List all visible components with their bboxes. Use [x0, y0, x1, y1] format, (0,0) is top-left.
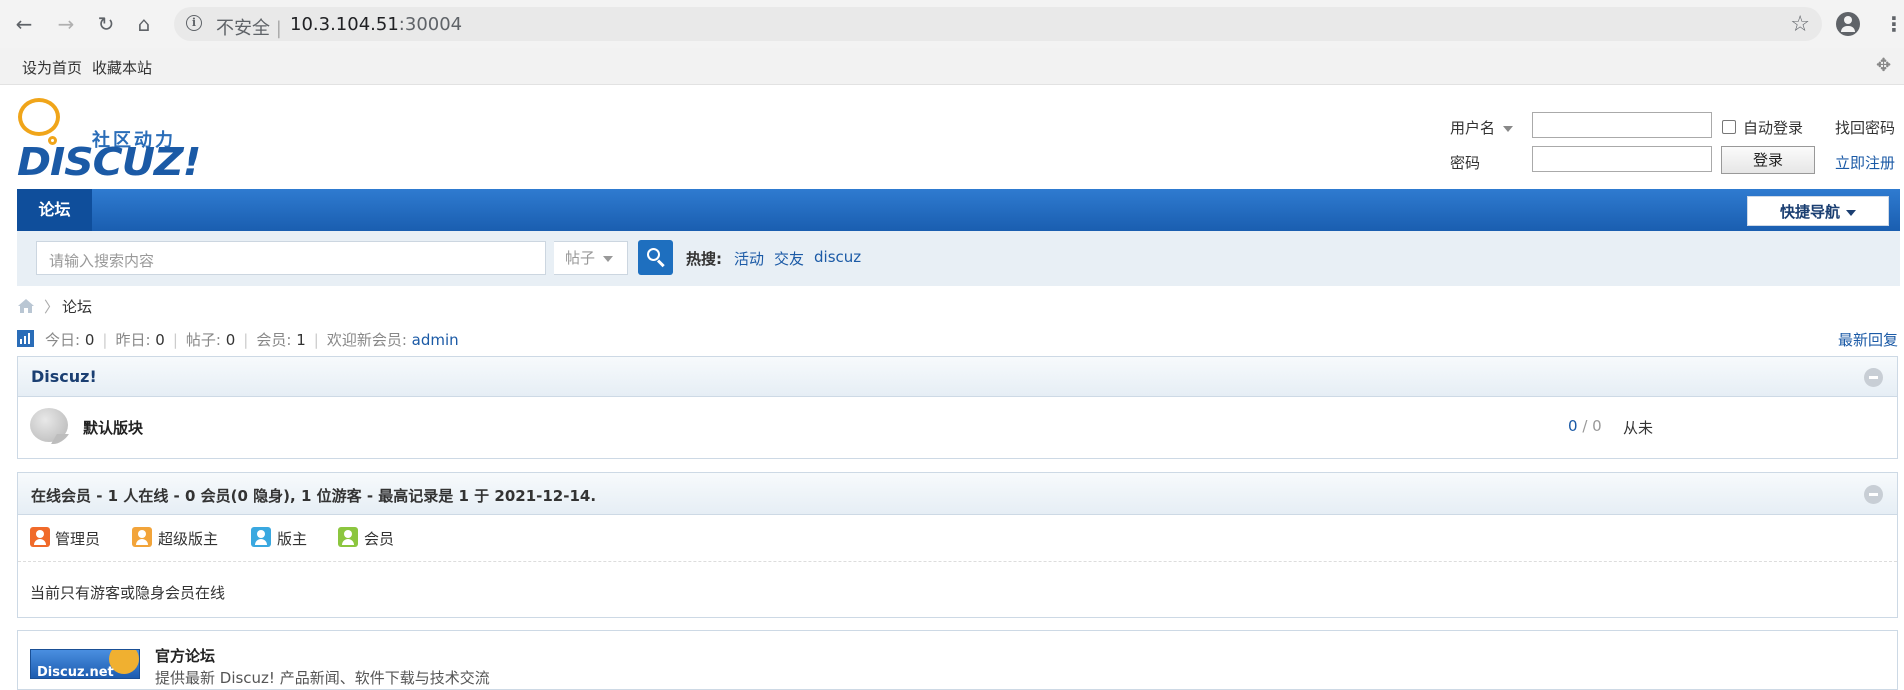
- set-homepage-link[interactable]: 设为首页: [22, 57, 82, 78]
- moderator-role-icon: [251, 527, 271, 547]
- logo-wordmark: DISCUZ!: [17, 140, 201, 184]
- home-icon[interactable]: ⌂: [132, 12, 156, 36]
- chevron-down-icon: [1846, 209, 1856, 216]
- role-label-super-moderator: 超级版主: [158, 530, 219, 548]
- official-forum-desc: 提供最新 Discuz! 产品新闻、软件下载与技术交流: [155, 669, 490, 687]
- site-top-toolbar: 设为首页 收藏本站 ✥: [0, 48, 1904, 85]
- forum-name-link[interactable]: 默认版块: [83, 417, 143, 438]
- hot-search-title: 热搜:: [686, 250, 722, 268]
- username-input[interactable]: [1532, 112, 1712, 138]
- auto-login-checkbox[interactable]: [1722, 120, 1736, 134]
- browser-menu-icon[interactable]: ⋮: [1884, 12, 1904, 36]
- username-label[interactable]: 用户名: [1450, 117, 1514, 138]
- bookmark-site-link[interactable]: 收藏本站: [92, 57, 152, 78]
- forum-stats: 今日: 0 | 昨日: 0 | 帖子: 0 | 会员: 1 | 欢迎新会员: admin: [45, 331, 459, 349]
- forum-speech-icon: [30, 408, 68, 442]
- category-panel: Discuz! 默认版块 0 / 0 从未: [17, 356, 1898, 459]
- forum-row: 默认版块 0 / 0 从未: [18, 397, 1897, 459]
- nav-tab-forum[interactable]: 论坛: [17, 189, 92, 231]
- online-panel: 在线会员 - 1 人在线 - 0 会员(0 隐身), 1 位游客 - 最高记录是…: [17, 472, 1898, 618]
- forward-icon[interactable]: →: [54, 12, 78, 36]
- member-role-icon: [338, 527, 358, 547]
- online-note: 当前只有游客或隐身会员在线: [30, 584, 226, 602]
- hot-link-activity[interactable]: 活动: [734, 248, 764, 269]
- login-button[interactable]: 登录: [1721, 146, 1815, 174]
- discuz-net-banner[interactable]: Discuz.net: [30, 649, 140, 679]
- hot-link-discuz[interactable]: discuz: [814, 248, 861, 266]
- chevron-down-icon: [1503, 125, 1514, 132]
- home-icon[interactable]: [17, 298, 35, 314]
- collapse-icon[interactable]: [1864, 368, 1883, 387]
- bookmark-star-icon[interactable]: ☆: [1790, 12, 1810, 37]
- url-text[interactable]: 10.3.104.51:30004: [290, 14, 462, 35]
- security-label: 不安全 |: [216, 18, 282, 39]
- search-button[interactable]: [638, 240, 673, 275]
- role-label-member: 会员: [364, 530, 395, 548]
- breadcrumb-current: 论坛: [62, 298, 93, 316]
- address-bar[interactable]: i 不安全 | 10.3.104.51:30004 ☆: [174, 7, 1822, 41]
- super-moderator-role-icon: [132, 527, 152, 547]
- breadcrumb-separator-icon: 〉: [44, 298, 60, 316]
- search-input[interactable]: 请输入搜索内容: [36, 241, 546, 275]
- password-input[interactable]: [1532, 146, 1712, 172]
- latest-replies-link[interactable]: 最新回复: [1838, 329, 1898, 350]
- admin-role-icon: [30, 527, 50, 547]
- official-forum-link[interactable]: 官方论坛: [155, 645, 215, 666]
- newest-member-link[interactable]: admin: [412, 331, 459, 349]
- register-link[interactable]: 立即注册: [1835, 152, 1895, 173]
- auto-login-label[interactable]: 自动登录: [1743, 117, 1803, 138]
- collapse-icon[interactable]: [1864, 485, 1883, 504]
- fullscreen-icon[interactable]: ✥: [1876, 55, 1891, 76]
- profile-avatar-icon[interactable]: [1836, 12, 1860, 36]
- reload-icon[interactable]: ↻: [94, 12, 118, 36]
- search-bar: 请输入搜索内容 帖子 热搜: 活动 交友 discuz: [17, 231, 1900, 286]
- online-title[interactable]: 在线会员 - 1 人在线 - 0 会员(0 隐身), 1 位游客 - 最高记录是…: [31, 485, 596, 506]
- forum-counts: 0 / 0: [1568, 417, 1602, 435]
- forgot-password-link[interactable]: 找回密码: [1835, 117, 1895, 138]
- role-label-moderator: 版主: [277, 530, 308, 548]
- quick-nav-button[interactable]: 快捷导航: [1747, 196, 1889, 226]
- password-label: 密码: [1450, 154, 1481, 172]
- hot-link-friends[interactable]: 交友: [774, 248, 804, 269]
- search-placeholder: 请输入搜索内容: [49, 252, 155, 270]
- back-icon[interactable]: ←: [12, 12, 36, 36]
- search-type-select[interactable]: 帖子: [554, 241, 628, 275]
- info-icon[interactable]: i: [186, 15, 202, 31]
- browser-toolbar: ← → ↻ ⌂ i 不安全 | 10.3.104.51:30004 ☆ ⋮: [0, 0, 1904, 49]
- logo-bubble-icon: [18, 98, 60, 136]
- friend-links-panel: Discuz.net 官方论坛 提供最新 Discuz! 产品新闻、软件下载与技…: [17, 630, 1898, 690]
- main-nav: 论坛 快捷导航: [17, 189, 1900, 231]
- category-title[interactable]: Discuz!: [31, 367, 97, 386]
- role-label-admin: 管理员: [55, 530, 101, 548]
- legend-row: 管理员 超级版主 版主 会员: [18, 515, 1897, 562]
- chevron-down-icon: [603, 255, 614, 262]
- forum-last-post: 从未: [1623, 419, 1654, 437]
- stats-chart-icon: [17, 330, 34, 347]
